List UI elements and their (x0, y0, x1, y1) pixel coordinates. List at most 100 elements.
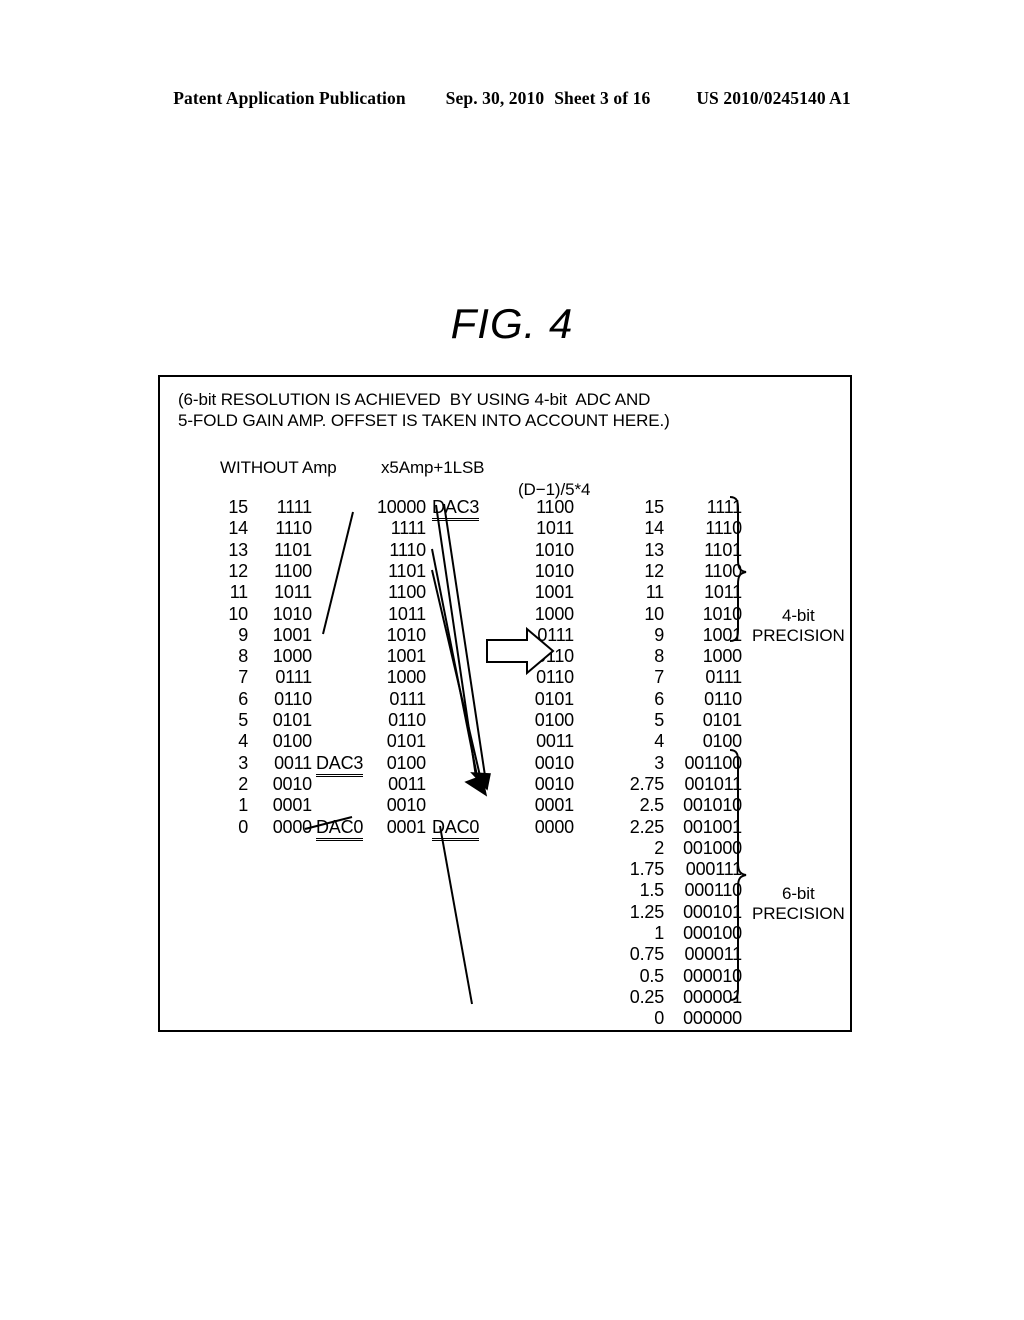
left-decimal-value: 6 (238, 688, 248, 709)
right-value: 13 (644, 539, 664, 560)
amp-binary-code: 1000 (386, 667, 426, 688)
left-binary-code: 1111 (276, 497, 312, 517)
formula-binary-code: 1010 (534, 539, 574, 560)
left-decimal-value: 5 (238, 710, 248, 730)
amp-binary-code: 0001 (386, 816, 426, 837)
publication-date: Sep. 30, 2010 (445, 88, 545, 108)
right-code: 000101 (683, 901, 742, 922)
left-decimal-value: 9 (238, 624, 248, 645)
amp-binary-code: 1111 (390, 518, 426, 539)
data-table-layer: 15 1111 10000 1100 14 1110 1111 1011 13 1101 1110 1… (160, 377, 850, 1030)
right-value: 14 (644, 518, 664, 539)
left-decimal-value: 8 (238, 646, 248, 667)
right-value: 11 (645, 582, 664, 603)
left-binary-code: 1101 (274, 539, 312, 560)
amp-binary-code: 1110 (389, 539, 426, 560)
right-value: 0.25 (629, 986, 664, 1007)
amp-binary-code: 1101 (388, 560, 426, 581)
left-binary-code: 0111 (275, 667, 312, 688)
right-code: 1110 (705, 518, 742, 539)
formula-binary-code: 1100 (536, 497, 574, 517)
right-code: 0110 (704, 688, 742, 709)
formula-binary-code: 1010 (534, 560, 574, 581)
right-value: 8 (654, 646, 664, 667)
right-value: 2.75 (629, 773, 664, 794)
right-code: 0100 (702, 731, 742, 752)
amp-binary-code: 1010 (386, 624, 426, 645)
left-decimal-value: 4 (238, 731, 248, 752)
right-value: 12 (644, 560, 664, 581)
right-code: 0101 (702, 710, 742, 730)
right-value: 7 (654, 667, 664, 688)
right-code: 1101 (704, 539, 742, 560)
right-code: 001000 (683, 837, 742, 858)
right-value: 9 (654, 624, 664, 645)
right-code: 000001 (683, 986, 742, 1007)
right-code: 1001 (702, 624, 742, 645)
formula-binary-code: 0110 (536, 646, 574, 667)
right-value: 2.5 (639, 795, 665, 816)
left-binary-code: 1100 (274, 560, 312, 581)
right-value: 5 (654, 710, 664, 730)
left-decimal-value: 3 (238, 752, 248, 773)
formula-binary-code: 0010 (534, 752, 574, 773)
figure-frame: (6-bit RESOLUTION IS ACHIEVED BY USING 4… (158, 375, 852, 1032)
right-code: 000111 (685, 859, 742, 880)
amp-binary-code: 0111 (389, 688, 426, 709)
formula-binary-code: 0111 (537, 624, 574, 645)
formula-binary-code: 0001 (534, 795, 574, 816)
left-binary-code: 1010 (272, 603, 312, 624)
left-binary-code: 0110 (274, 688, 312, 709)
left-binary-code: 0101 (272, 710, 312, 730)
publication-label: Patent Application Publication (173, 88, 406, 108)
amp-binary-code: 1001 (386, 646, 426, 667)
formula-binary-code: 0011 (536, 731, 574, 752)
right-code: 000011 (684, 944, 742, 965)
sheet-number: Sheet 3 of 16 (554, 88, 651, 108)
right-value: 1.75 (629, 859, 664, 880)
amp-binary-code: 0101 (386, 731, 426, 752)
dac0-tag-right: DAC0 (432, 817, 479, 841)
right-code: 1000 (702, 646, 742, 667)
left-binary-code: 1011 (274, 582, 312, 603)
right-code: 0111 (705, 667, 742, 688)
figure-title: FIG. 4 (450, 300, 574, 347)
left-binary-code: 0011 (274, 752, 312, 773)
left-decimal-value: 12 (228, 560, 248, 581)
left-binary-code: 1001 (272, 624, 312, 645)
amp-binary-code: 1100 (388, 582, 426, 603)
amp-binary-code: 0010 (386, 795, 426, 816)
right-code: 1010 (702, 603, 742, 624)
right-value: 0.5 (639, 965, 665, 986)
left-decimal-value: 7 (238, 667, 248, 688)
right-value: 2 (654, 837, 664, 858)
right-code: 000010 (683, 965, 742, 986)
right-value: 1 (654, 923, 664, 943)
right-code: 001011 (684, 773, 742, 794)
left-binary-code: 1000 (272, 646, 312, 667)
right-code: 1011 (704, 582, 742, 603)
right-code: 001100 (684, 752, 742, 773)
amp-binary-code: 1011 (388, 603, 426, 624)
patent-number: US 2010/0245140 A1 (696, 88, 851, 108)
right-value: 6 (654, 688, 664, 709)
right-value: 1.5 (639, 880, 665, 901)
left-binary-code: 0100 (272, 731, 312, 752)
dac3-tag-right: DAC3 (432, 497, 479, 521)
formula-binary-code: 0000 (534, 816, 574, 837)
right-value: 1.25 (629, 901, 664, 922)
formula-binary-code: 1011 (536, 518, 574, 539)
left-decimal-value: 13 (228, 539, 248, 560)
right-code: 000110 (684, 880, 742, 901)
right-code: 000100 (683, 923, 742, 943)
left-binary-code: 0001 (272, 795, 312, 816)
left-decimal-value: 0 (238, 816, 248, 837)
page-header: Patent Application Publication Sep. 30, 2… (0, 88, 1024, 109)
formula-binary-code: 0100 (534, 710, 574, 730)
right-code: 000000 (683, 1008, 742, 1029)
amp-binary-code: 10000 (376, 497, 426, 517)
formula-binary-code: 1000 (534, 603, 574, 624)
right-value: 2.25 (629, 816, 664, 837)
left-decimal-value: 2 (238, 773, 248, 794)
left-decimal-value: 15 (228, 497, 248, 517)
